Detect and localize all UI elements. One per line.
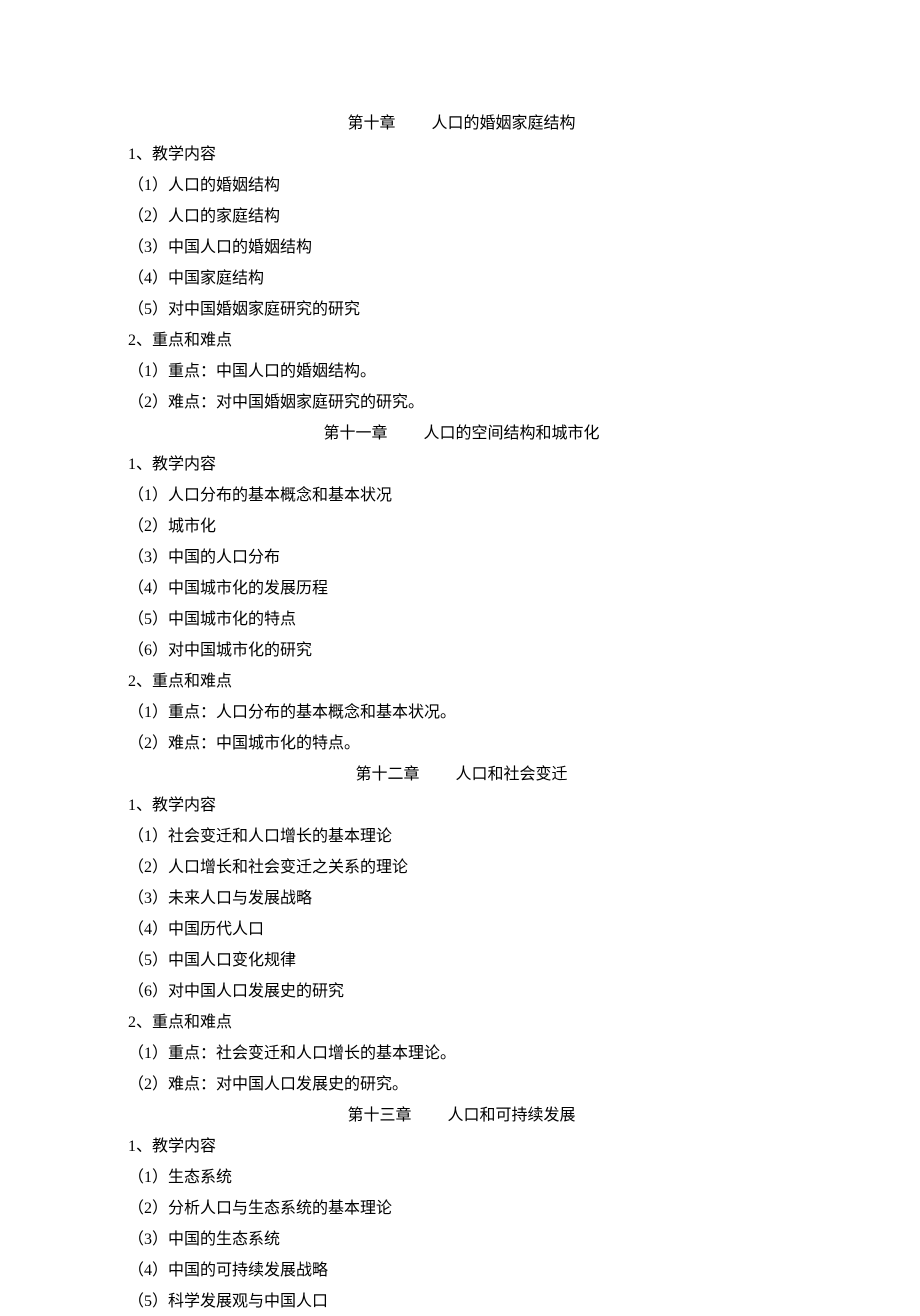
content-item: （3）中国的人口分布 bbox=[128, 544, 795, 572]
chapter-13: 第十三章 人口和可持续发展 1、教学内容 （1）生态系统 （2）分析人口与生态系统… bbox=[128, 1102, 795, 1316]
content-item: （2）城市化 bbox=[128, 513, 795, 541]
content-item: （4）中国历代人口 bbox=[128, 916, 795, 944]
section-label: 2、重点和难点 bbox=[128, 1009, 795, 1037]
chapter-10: 第十章 人口的婚姻家庭结构 1、教学内容 （1）人口的婚姻结构 （2）人口的家庭结… bbox=[128, 110, 795, 417]
chapter-title: 第十一章 人口的空间结构和城市化 bbox=[128, 420, 795, 448]
chapter-11: 第十一章 人口的空间结构和城市化 1、教学内容 （1）人口分布的基本概念和基本状况… bbox=[128, 420, 795, 758]
section-label: 1、教学内容 bbox=[128, 451, 795, 479]
chapter-title: 第十二章 人口和社会变迁 bbox=[128, 761, 795, 789]
chapter-number: 第十章 bbox=[347, 115, 395, 132]
chapter-number: 第十一章 bbox=[323, 425, 387, 442]
chapter-name: 人口和社会变迁 bbox=[456, 766, 568, 783]
content-item: （4）中国城市化的发展历程 bbox=[128, 575, 795, 603]
chapter-number: 第十二章 bbox=[355, 766, 419, 783]
content-item: （4）中国家庭结构 bbox=[128, 265, 795, 293]
chapter-name: 人口和可持续发展 bbox=[448, 1107, 576, 1124]
section-label: 1、教学内容 bbox=[128, 141, 795, 169]
chapter-name: 人口的空间结构和城市化 bbox=[424, 425, 600, 442]
content-item: （6）对中国城市化的研究 bbox=[128, 637, 795, 665]
section-label: 1、教学内容 bbox=[128, 792, 795, 820]
chapter-title: 第十章 人口的婚姻家庭结构 bbox=[128, 110, 795, 138]
content-item: （2）难点：中国城市化的特点。 bbox=[128, 730, 795, 758]
chapter-12: 第十二章 人口和社会变迁 1、教学内容 （1）社会变迁和人口增长的基本理论 （2）… bbox=[128, 761, 795, 1099]
content-item: （5）科学发展观与中国人口 bbox=[128, 1288, 795, 1316]
content-item: （3）中国人口的婚姻结构 bbox=[128, 234, 795, 262]
section-label: 1、教学内容 bbox=[128, 1133, 795, 1161]
content-item: （2）人口增长和社会变迁之关系的理论 bbox=[128, 854, 795, 882]
content-item: （2）分析人口与生态系统的基本理论 bbox=[128, 1195, 795, 1223]
content-item: （5）中国城市化的特点 bbox=[128, 606, 795, 634]
content-item: （3）未来人口与发展战略 bbox=[128, 885, 795, 913]
content-item: （2）难点：对中国人口发展史的研究。 bbox=[128, 1071, 795, 1099]
chapter-title: 第十三章 人口和可持续发展 bbox=[128, 1102, 795, 1130]
content-item: （1）人口分布的基本概念和基本状况 bbox=[128, 482, 795, 510]
content-item: （4）中国的可持续发展战略 bbox=[128, 1257, 795, 1285]
content-item: （2）难点：对中国婚姻家庭研究的研究。 bbox=[128, 389, 795, 417]
chapter-name: 人口的婚姻家庭结构 bbox=[432, 115, 576, 132]
content-item: （3）中国的生态系统 bbox=[128, 1226, 795, 1254]
content-item: （1）生态系统 bbox=[128, 1164, 795, 1192]
content-item: （1）重点：人口分布的基本概念和基本状况。 bbox=[128, 699, 795, 727]
content-item: （2）人口的家庭结构 bbox=[128, 203, 795, 231]
content-item: （6）对中国人口发展史的研究 bbox=[128, 978, 795, 1006]
section-label: 2、重点和难点 bbox=[128, 327, 795, 355]
content-item: （1）社会变迁和人口增长的基本理论 bbox=[128, 823, 795, 851]
content-item: （1）重点：社会变迁和人口增长的基本理论。 bbox=[128, 1040, 795, 1068]
section-label: 2、重点和难点 bbox=[128, 668, 795, 696]
content-item: （5）中国人口变化规律 bbox=[128, 947, 795, 975]
content-item: （1）重点：中国人口的婚姻结构。 bbox=[128, 358, 795, 386]
chapter-number: 第十三章 bbox=[347, 1107, 411, 1124]
content-item: （5）对中国婚姻家庭研究的研究 bbox=[128, 296, 795, 324]
content-item: （1）人口的婚姻结构 bbox=[128, 172, 795, 200]
